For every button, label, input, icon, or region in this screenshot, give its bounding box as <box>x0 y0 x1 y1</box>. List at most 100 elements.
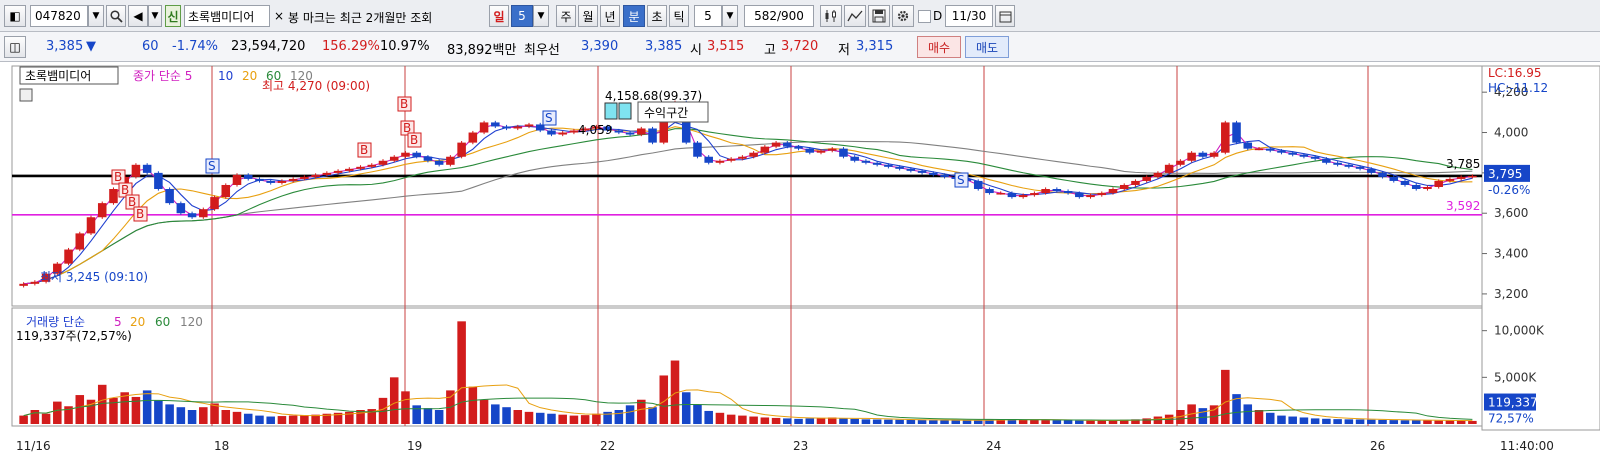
volume-bar <box>491 404 500 424</box>
candle-body <box>311 174 320 177</box>
candle-body <box>1299 154 1309 157</box>
volume-bar <box>120 392 129 424</box>
search-icon[interactable] <box>106 5 126 27</box>
volume-bar <box>547 413 556 424</box>
date-axis-label: 26 <box>1370 439 1385 453</box>
volume-bar <box>412 405 421 424</box>
candle-body <box>109 189 118 204</box>
candle-body <box>333 170 343 173</box>
period-tick-button[interactable]: 틱 <box>669 5 689 27</box>
interval-dropdown-chevron-down-icon[interactable]: ▼ <box>722 5 738 27</box>
volume-bar <box>1243 404 1253 424</box>
trend-tool-icon[interactable] <box>844 5 866 27</box>
candle-body <box>783 142 792 147</box>
candle-body <box>715 160 725 163</box>
candle-body <box>1400 180 1410 185</box>
volume-bar <box>277 416 287 424</box>
volume-bar <box>1367 419 1376 424</box>
candle-body <box>19 283 28 286</box>
legend-price-prefix: 종가 단순 5 <box>133 69 192 83</box>
buy-marker-label: B <box>400 97 408 111</box>
candle-body <box>423 156 433 161</box>
speaker-dropdown-chevron-down-icon[interactable]: ▼ <box>148 5 162 27</box>
volume-bar <box>1030 419 1039 424</box>
date-checkbox[interactable] <box>918 10 931 23</box>
candle-body <box>940 174 949 177</box>
volume-bar <box>243 413 253 424</box>
close-icon[interactable]: × <box>274 9 284 23</box>
trade-volume: 23,594,720 <box>231 39 306 54</box>
candle-body <box>1344 164 1354 167</box>
legend-ma-period: 10 <box>218 69 233 83</box>
volume-bar <box>142 390 152 424</box>
profit-zone-label: 수익구간 <box>644 106 688 120</box>
count-field[interactable]: 582/900 <box>744 5 814 27</box>
candle-body <box>917 170 927 173</box>
volume-bar <box>1423 420 1432 424</box>
low-price: 3,315 <box>856 39 894 54</box>
stock-code-input[interactable]: 047820 <box>30 5 88 27</box>
period-dropdown-chevron-down-icon[interactable]: ▼ <box>533 5 549 27</box>
panel-toggle-icon[interactable]: ◫ <box>4 36 26 58</box>
calendar-icon[interactable] <box>995 5 1015 27</box>
gear-icon[interactable] <box>892 5 914 27</box>
chart-area[interactable]: 4,2004,0003,8003,6003,4003,20010,000K5,0… <box>0 62 1600 455</box>
date-field[interactable]: 11/30 <box>945 5 993 27</box>
volume-bar <box>1097 420 1107 424</box>
buy-marker-label: B <box>136 207 144 221</box>
period-minute-button[interactable]: 분 <box>623 5 645 27</box>
period-second-button[interactable]: 초 <box>647 5 667 27</box>
volume-bar <box>255 415 264 424</box>
volume-bar <box>625 405 635 424</box>
candle-body <box>1164 164 1174 173</box>
period-week-button[interactable]: 주 <box>556 5 576 27</box>
candle-body <box>726 158 736 161</box>
code-dropdown-chevron-down-icon[interactable]: ▼ <box>88 5 104 27</box>
volume-bar <box>1265 412 1275 424</box>
price-axis-tick-label: 3,400 <box>1494 247 1528 261</box>
volume-bar <box>19 415 28 424</box>
price-volume-chart[interactable]: 4,2004,0003,8003,6003,4003,20010,000K5,0… <box>0 62 1600 455</box>
volume-bar <box>1468 420 1477 424</box>
candle-body <box>1063 191 1073 194</box>
candle-body <box>1423 186 1432 190</box>
profit-zone-marker <box>618 102 632 120</box>
candle-body <box>906 168 916 171</box>
sell-button[interactable]: 매도 <box>965 36 1009 58</box>
volume-pct-label: 72,57% <box>1488 412 1534 426</box>
volume-bar <box>592 413 601 424</box>
volume-bar <box>75 395 85 424</box>
candle-style-icon[interactable] <box>820 5 842 27</box>
candle-body <box>165 189 174 204</box>
speaker-icon[interactable]: ◀ <box>128 5 148 27</box>
period-year-button[interactable]: 년 <box>600 5 620 27</box>
volume-bar <box>1378 419 1387 424</box>
candle-body <box>1254 148 1264 151</box>
volume-bar <box>468 386 478 424</box>
period-number-field[interactable]: 5 <box>511 5 533 27</box>
candle-body <box>199 209 208 218</box>
legend-ma-period: 20 <box>242 69 257 83</box>
peak-annotation: 4,158.68(99.37) <box>605 89 702 103</box>
period-month-button[interactable]: 월 <box>578 5 598 27</box>
candle-body <box>839 148 848 157</box>
save-icon[interactable] <box>868 5 890 27</box>
candle-body <box>704 156 713 163</box>
window-menu-icon[interactable]: ◧ <box>4 5 26 27</box>
volume-bar <box>266 416 275 424</box>
candle-body <box>345 168 354 171</box>
legend-volume-ma60: 60 <box>155 315 170 329</box>
stock-name-field[interactable]: 초록뱀미디어 <box>184 5 270 27</box>
price-down-arrow-icon: ▼ <box>86 39 96 54</box>
volume-bar <box>109 397 118 424</box>
buy-button[interactable]: 매수 <box>917 36 961 58</box>
date-axis-label: 18 <box>214 439 229 453</box>
candle-body <box>1445 178 1455 181</box>
price-tag-label: 3,795 <box>1488 167 1522 181</box>
candle-body <box>266 180 275 183</box>
volume-bar <box>805 418 815 424</box>
interval-select[interactable]: 5 <box>694 5 722 27</box>
candle-body <box>1198 152 1208 157</box>
period-day-button[interactable]: 일 <box>489 5 509 27</box>
candle-body <box>693 142 702 157</box>
